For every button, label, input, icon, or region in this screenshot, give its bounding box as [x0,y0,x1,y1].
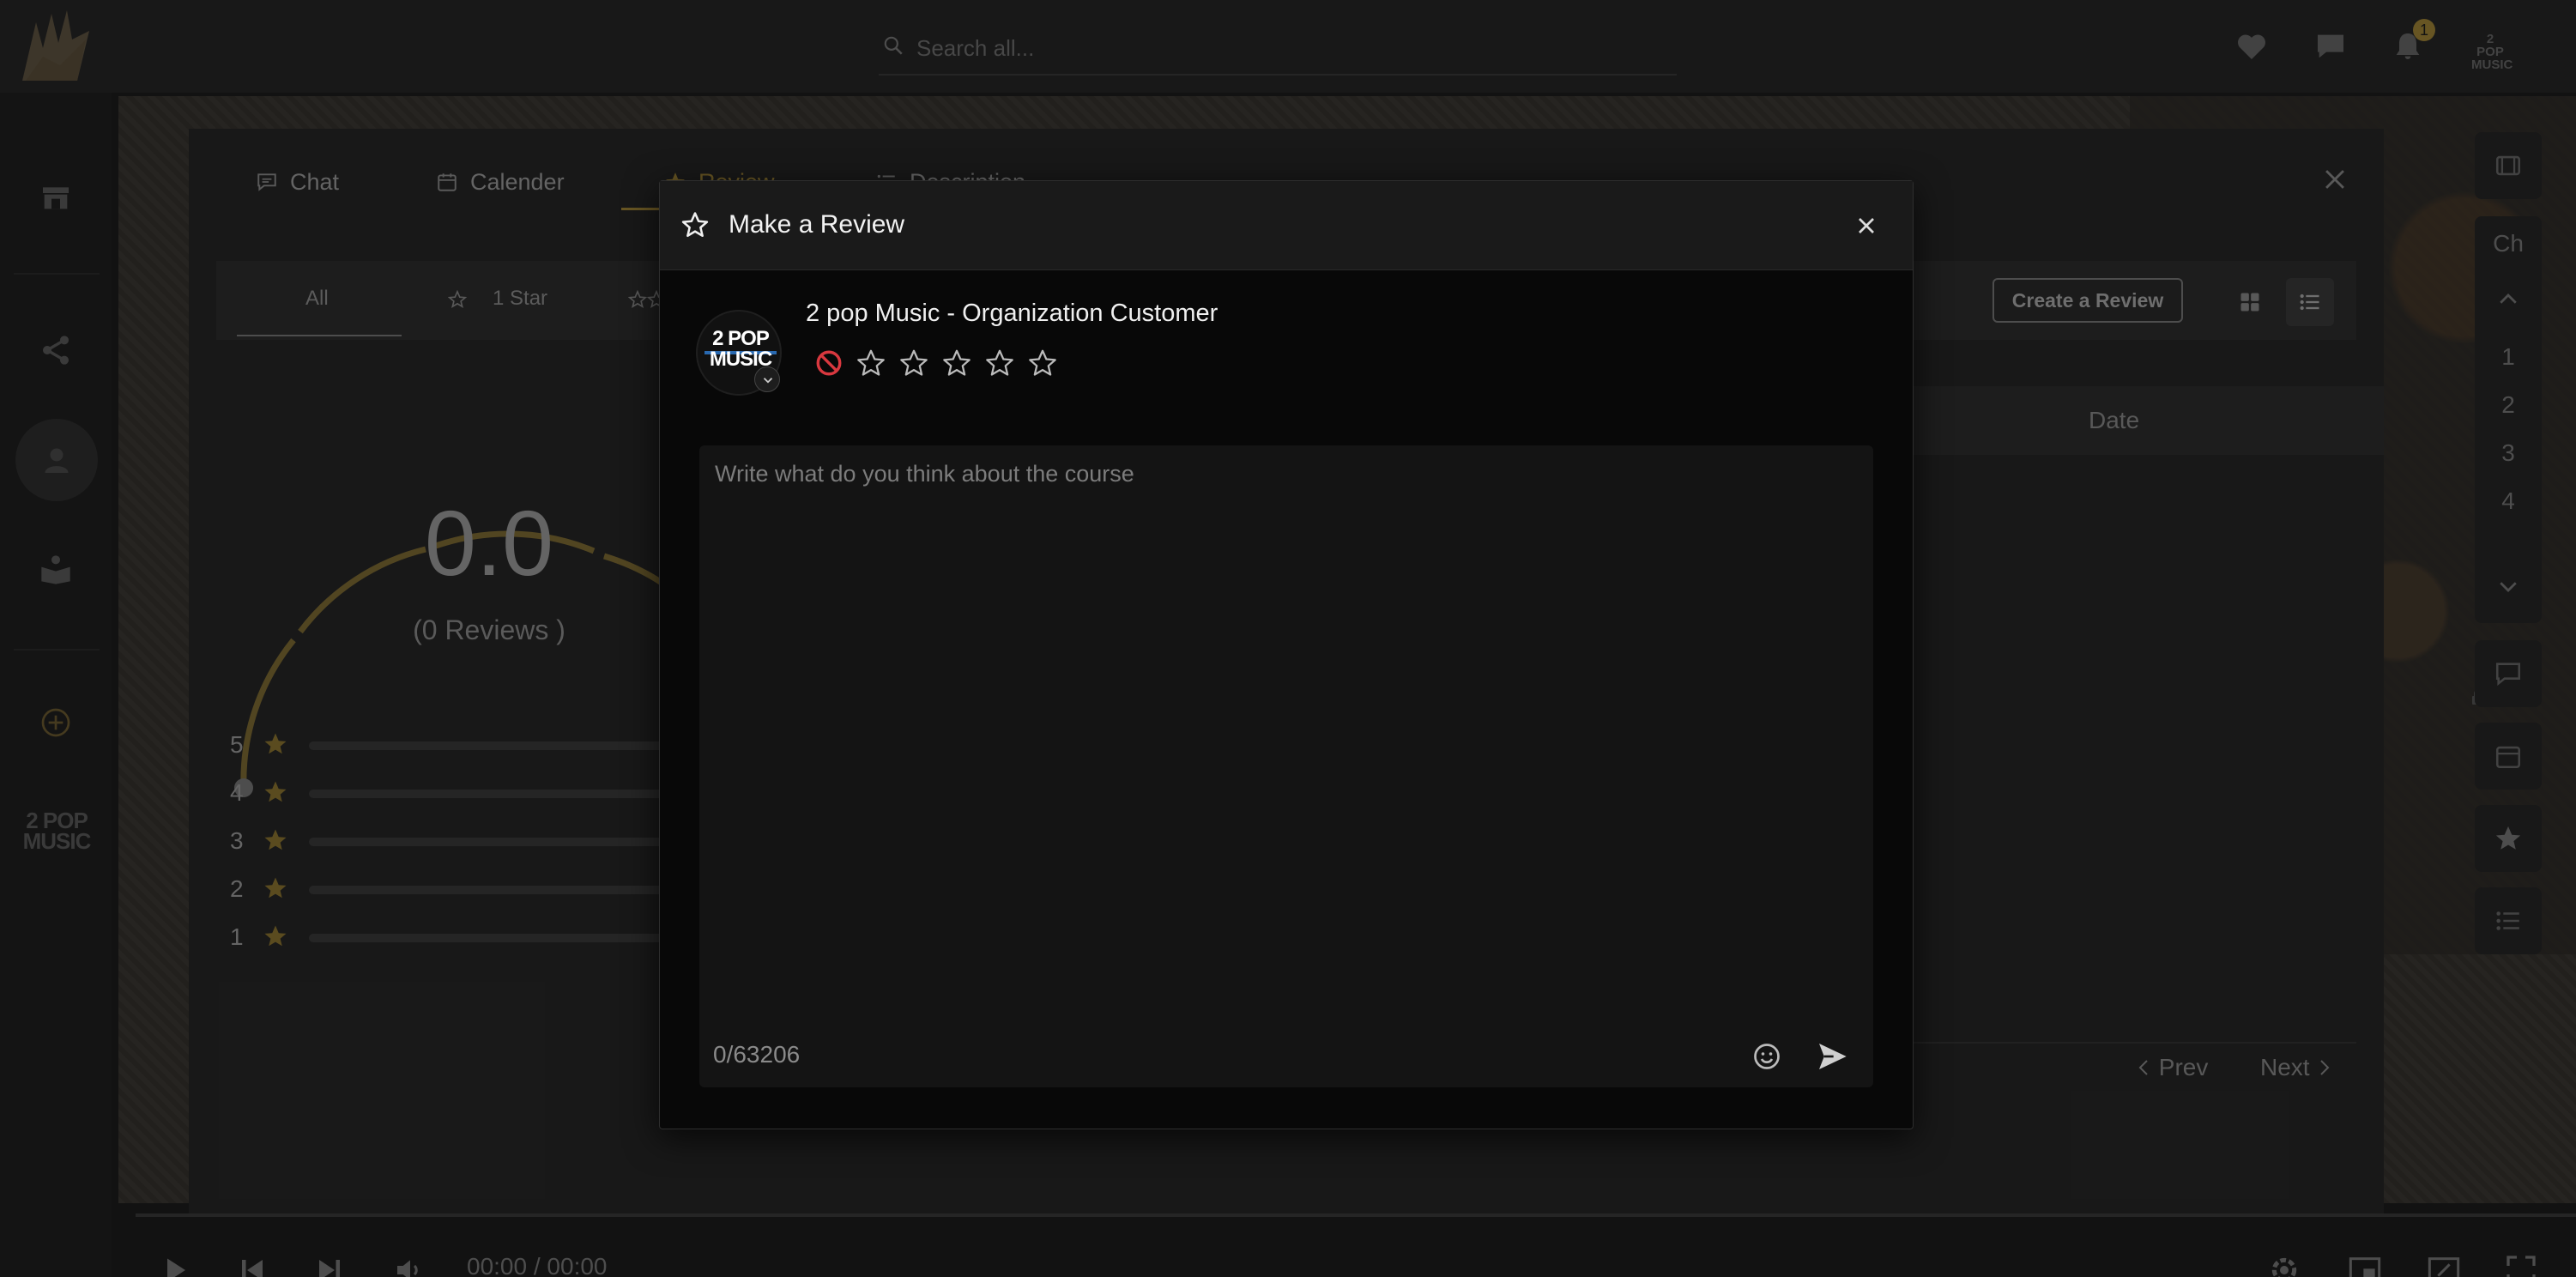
author-switch-button[interactable] [754,366,780,392]
author-name: 2 pop Music - Organization Customer [806,300,1218,327]
avatar-brand-text: 2 POP MUSIC [709,327,772,371]
chevron-down-icon [763,378,773,384]
rating-star-1[interactable] [856,348,886,378]
star-outline-icon [681,212,709,238]
rating-star-3[interactable] [941,348,972,378]
close-icon[interactable] [1853,212,1880,239]
emoji-icon[interactable] [1751,1041,1782,1072]
clear-rating-icon[interactable] [814,348,844,378]
rating-star-4[interactable] [984,348,1015,378]
modal-title: Make a Review [729,210,905,239]
character-counter: 0/63206 [713,1041,801,1068]
review-editor: 0/63206 [699,445,1873,1087]
make-review-modal: Make a Review 2 POP MUSIC 2 pop Music - … [659,180,1914,1129]
rating-star-5[interactable] [1027,348,1058,378]
send-icon[interactable] [1815,1039,1849,1074]
review-textarea[interactable] [715,461,1847,976]
star-rating-input [814,344,1058,382]
rating-star-2[interactable] [898,348,929,378]
modal-header: Make a Review [660,181,1913,270]
